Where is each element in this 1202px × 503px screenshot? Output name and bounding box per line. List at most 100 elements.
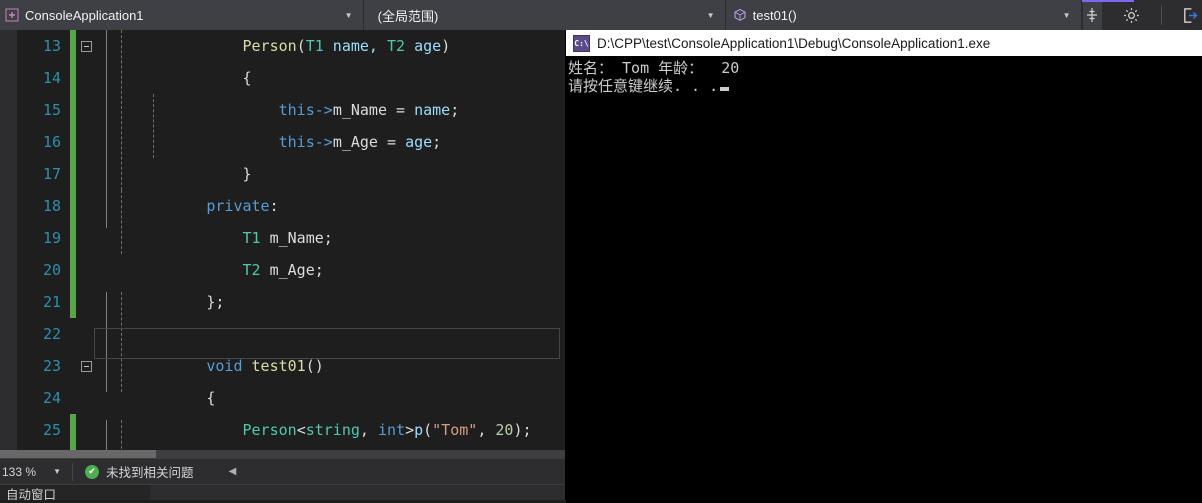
tab-autos-window[interactable]: 自动窗口 [0,485,150,500]
project-dropdown[interactable]: ConsoleApplication1 ▼ [0,0,364,30]
code-lines-container[interactable]: 13 Person(T1 name, T2 age) 14 {15 this -> m… [0,30,566,458]
code-token: ; [450,101,460,119]
code-text[interactable]: void test01() [94,350,566,382]
line-number: 14 [42,69,61,87]
code-text[interactable] [94,318,566,350]
toolbar-separator [1160,5,1162,25]
code-token: T2 [387,37,406,55]
code-token: { [98,389,216,407]
console-window[interactable]: C:\ D:\CPP\test\ConsoleApplication1\Debu… [566,30,1202,503]
code-text[interactable]: T2 m_Age; [94,254,566,286]
scroll-left-arrow-icon[interactable]: ◀ [226,466,240,477]
code-line[interactable]: 17 } [0,158,566,190]
change-bar [70,94,76,126]
code-line[interactable]: 15 this -> m_Name = name; [0,94,566,126]
project-dropdown-label: ConsoleApplication1 [25,7,144,23]
line-number: 20 [42,261,61,279]
code-text[interactable]: } [94,158,566,190]
export-button[interactable] [1180,4,1202,26]
check-circle-icon: ✔ [85,464,99,479]
code-token: this [278,133,315,151]
line-number: 17 [42,165,61,183]
code-line[interactable]: 21 }; [0,286,566,318]
code-token: age [405,37,442,55]
code-token: string [305,421,360,439]
code-token: ) [441,37,451,55]
code-text[interactable]: private: [94,190,566,222]
chevron-down-icon: ▼ [53,467,61,476]
split-view-icon [1087,8,1098,22]
minus-square-icon [81,360,92,372]
change-bar [70,222,76,254]
change-bar [70,30,76,62]
indent-guide [121,30,122,190]
code-token: m_Age [332,133,378,151]
code-text[interactable]: Person < string, int > p("Tom", 20); [94,414,566,446]
code-text[interactable]: this -> m_Age = age; [94,126,566,158]
code-text[interactable]: { [94,382,566,414]
console-title-text: D:\CPP\test\ConsoleApplication1\Debug\Co… [597,35,991,51]
tab-autos-label: 自动窗口 [6,488,57,500]
console-cursor [720,87,730,91]
code-token: , [477,421,496,439]
change-bar [70,126,76,158]
code-line[interactable]: 19 T1 m_Name; [0,222,566,254]
change-bar [70,190,76,222]
code-line[interactable]: 23 void test01() [0,350,566,382]
scope-dropdown[interactable]: (全局范围) ▼ [363,0,726,30]
code-token: name, [323,37,387,55]
console-output[interactable]: 姓名： Tom 年龄： 20 请按任意键继续. . . [566,56,1202,503]
code-line[interactable]: 20 T2 m_Age; [0,254,566,286]
member-dropdown[interactable]: test01() ▼ [725,0,1082,30]
code-token: age [405,133,433,151]
code-editor[interactable]: 13 Person(T1 name, T2 age) 14 {15 this -> m… [0,30,566,458]
console-title-bar[interactable]: C:\ D:\CPP\test\ConsoleApplication1\Debu… [566,30,1202,56]
navbar-right-tools [1102,0,1202,30]
indent-guide [121,190,122,254]
status-scroll-track[interactable] [240,459,566,485]
scrollbar-thumb[interactable] [0,450,156,458]
project-icon [4,7,20,23]
code-text[interactable]: T1 m_Name; [94,222,566,254]
code-line[interactable]: 18 private: [0,190,566,222]
code-line[interactable]: 24 { [0,382,566,414]
code-line[interactable]: 16 this -> m_Age = age; [0,126,566,158]
code-token: , [359,421,378,439]
code-token: 20 [495,421,514,439]
fold-collapse-button[interactable] [79,350,94,382]
editor-horizontal-scrollbar[interactable] [0,450,566,458]
code-line[interactable]: 14 { [0,62,566,94]
code-token: () [305,357,324,375]
code-token: m_Name [260,229,324,247]
code-line[interactable]: 13 Person(T1 name, T2 age) [0,30,566,62]
settings-button[interactable] [1121,4,1143,26]
code-line[interactable]: 25 Person < string, int > p("Tom", 20); [0,414,566,446]
code-token: = [377,133,406,151]
code-line[interactable]: 22 [0,318,566,350]
code-text[interactable]: this -> m_Name = name; [94,94,566,126]
fold-collapse-button[interactable] [79,30,94,62]
code-text[interactable]: { [94,62,566,94]
code-token: Person [242,37,297,55]
error-status-indicator[interactable]: ✔ 未找到相关问题 [77,462,194,481]
zoom-level-dropdown[interactable]: 133 % ▼ [0,459,68,485]
status-bar: 133 % ▼ ✔ 未找到相关问题 ◀ [0,458,566,484]
change-bar [70,254,76,286]
code-text[interactable]: Person(T1 name, T2 age) [94,30,566,62]
split-view-button[interactable] [1081,0,1103,30]
code-text[interactable]: }; [94,286,566,318]
line-number: 15 [42,101,61,119]
chevron-down-icon: ▼ [344,10,353,20]
code-token: m_Name [332,101,387,119]
zoom-level-label: 133 % [2,464,37,479]
gear-icon [1124,7,1140,23]
